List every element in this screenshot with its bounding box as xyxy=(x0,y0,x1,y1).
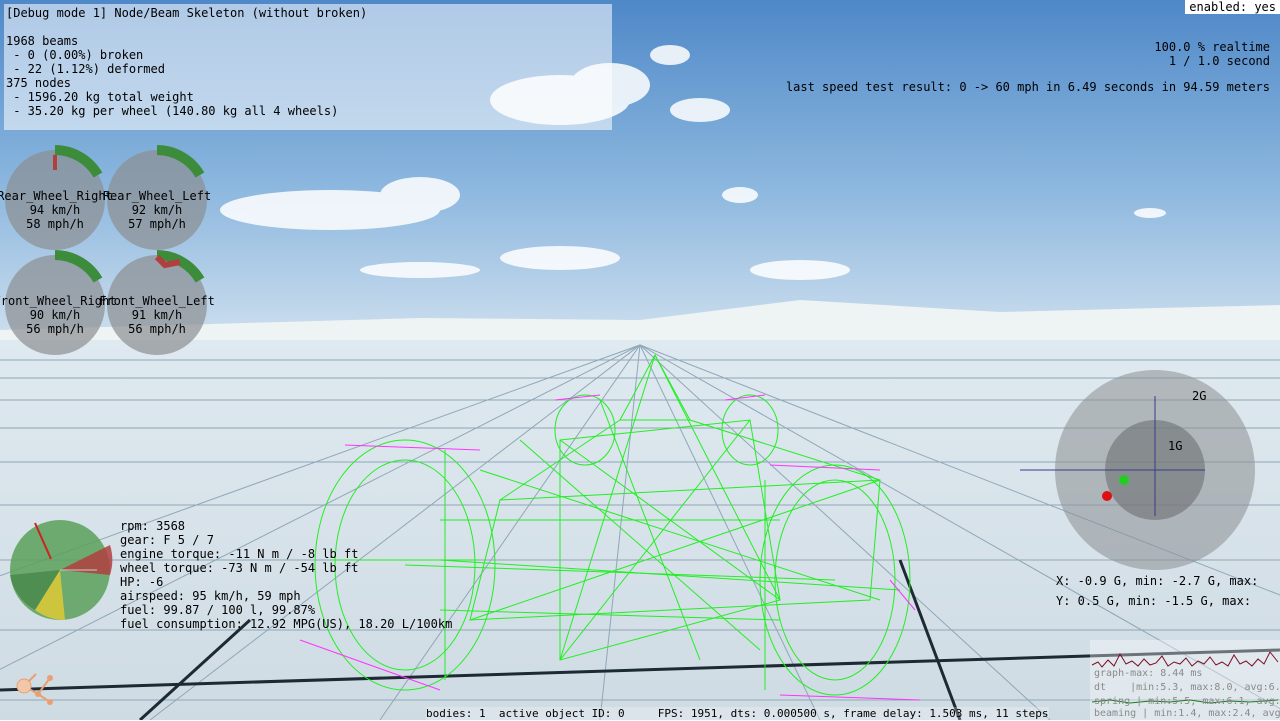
graph-label: spring | min:5.5, max:6.1, avg:6.0 xyxy=(1094,696,1280,707)
gforce-label-1g: 1G xyxy=(1168,439,1183,453)
engine-gauge xyxy=(10,520,113,620)
perf-graph-line xyxy=(1091,651,1279,668)
fuel-level: fuel: 99.87 / 100 l, 99.87% xyxy=(120,603,316,617)
debug-line: 375 nodes xyxy=(6,76,72,90)
debug-line: - 35.20 kg per wheel (140.80 kg all 4 wh… xyxy=(6,104,339,118)
gforce-meter xyxy=(1020,370,1255,570)
timescale-readout: 1 / 1.0 second xyxy=(1168,54,1270,68)
realtime-readout: 100.0 % realtime xyxy=(1154,40,1270,54)
gforce-label-2g: 2G xyxy=(1192,389,1207,403)
status-bar: bodies: 1 active object ID: 0 FPS: 1951,… xyxy=(426,707,1049,721)
engine-torque: engine torque: -11 N m / -8 lb ft xyxy=(120,547,359,561)
wheel-mph: 57 mph/h xyxy=(128,217,186,231)
engine-gear: gear: F 5 / 7 xyxy=(120,533,214,547)
gforce-current-dot xyxy=(1119,475,1129,485)
wheel-torque: wheel torque: -73 N m / -54 lb ft xyxy=(120,561,359,575)
wheel-kmh: 92 km/h xyxy=(131,203,183,217)
engine-hp: HP: -6 xyxy=(120,575,164,589)
wheel-mph: 56 mph/h xyxy=(128,322,186,336)
wheel-name: Rear_Wheel_Left xyxy=(102,189,212,203)
enabled-status: enabled: yes xyxy=(1185,0,1280,14)
gforce-x: X: -0.9 G, min: -2.7 G, max: xyxy=(1056,574,1259,588)
node-beam-logo-icon xyxy=(16,673,53,705)
airspeed: airspeed: 95 km/h, 59 mph xyxy=(120,589,301,603)
debug-info-panel: [Debug mode 1] Node/Beam Skeleton (witho… xyxy=(4,4,612,130)
graph-label: beaming | min:1.4, max:2.4, avg:1.6 xyxy=(1094,708,1280,719)
speed-test-result: last speed test result: 0 -> 60 mph in 6… xyxy=(785,80,1270,94)
debug-line: - 1596.20 kg total weight xyxy=(6,90,194,104)
debug-title: [Debug mode 1] Node/Beam Skeleton (witho… xyxy=(6,6,368,20)
fuel-consumption: fuel consumption: 12.92 MPG(US), 18.20 L… xyxy=(120,617,453,631)
wheel-name: Front_Wheel_Left xyxy=(99,294,215,308)
debug-line: 1968 beams xyxy=(6,34,79,48)
gforce-peak-dot xyxy=(1102,491,1112,501)
engine-rpm: rpm: 3568 xyxy=(120,519,186,533)
gforce-y: Y: 0.5 G, min: -1.5 G, max: xyxy=(1056,594,1252,608)
debug-line: - 22 (1.12%) deformed xyxy=(6,62,165,76)
graph-label: graph-max: 8.44 ms xyxy=(1094,668,1203,679)
graph-label: dt |min:5.3, max:8.0, avg:6.0 xyxy=(1094,682,1280,693)
debug-line: - 0 (0.00%) broken xyxy=(6,48,144,62)
wheel-kmh: 91 km/h xyxy=(131,308,183,322)
